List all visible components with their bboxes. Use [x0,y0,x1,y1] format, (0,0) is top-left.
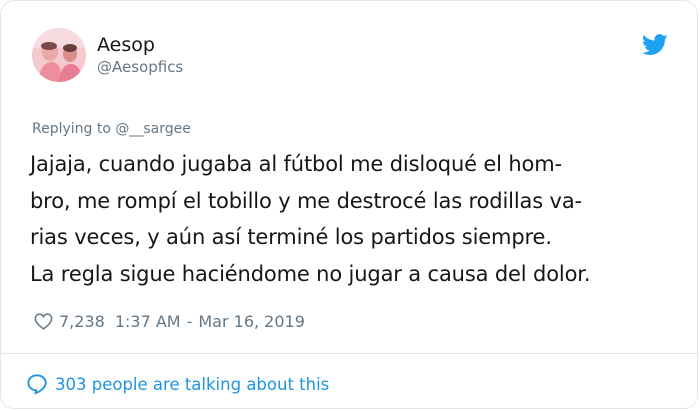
tweet-meta: 7,238 1:37 AM - Mar 16, 2019 [34,312,305,331]
speech-bubble-icon [27,374,47,395]
heart-icon[interactable] [34,313,53,330]
avatar-image [32,28,86,82]
tweet-text: Jajaja, cuando jugaba al fútbol me dislo… [30,146,690,292]
tweet-card: Aesop @Aesopfics Replying to @__sargee J… [0,0,699,409]
tweet-date[interactable]: Mar 16, 2019 [198,312,305,331]
tweet-time[interactable]: 1:37 AM [115,312,181,331]
reply-context[interactable]: Replying to @__sargee [32,121,191,137]
talking-link[interactable]: 303 people are talking about this [26,373,329,395]
avatar[interactable] [32,28,86,82]
twitter-bird-icon[interactable] [642,34,668,56]
tweet-line: Jajaja, cuando jugaba al fútbol me dislo… [30,152,562,176]
like-count[interactable]: 7,238 [59,312,105,331]
author-name[interactable]: Aesop [97,34,155,56]
tweet-line: rias veces, y aún así terminé los partid… [30,225,552,249]
time-date-separator: - [186,312,193,331]
talking-label: 303 people are talking about this [55,374,330,394]
author-handle[interactable]: @Aesopfics [97,58,183,76]
tweet-line: La regla sigue haciéndome no jugar a cau… [30,261,591,286]
tweet-line: bro, me rompí el tobillo y me destrocé l… [30,188,582,213]
divider [1,353,699,354]
